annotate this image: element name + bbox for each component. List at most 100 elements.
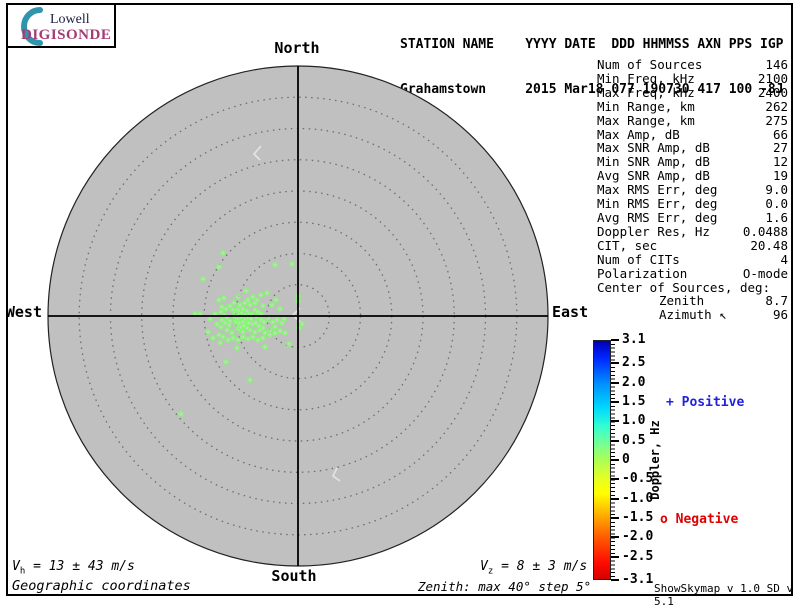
stat-row: Zenith8.7 [597, 294, 788, 308]
stat-label: Min Range, km [597, 100, 695, 114]
source-dot [231, 336, 235, 340]
stat-row: Min Range, km 262 [597, 100, 788, 114]
source-dot [261, 326, 265, 330]
colorbar-major-tick [611, 401, 619, 403]
stat-value: 2100 [758, 72, 788, 86]
stat-value: 19 [773, 169, 788, 183]
stat-value: 0.0488 [743, 225, 788, 239]
source-dot [220, 318, 224, 322]
source-dot [282, 317, 286, 321]
source-dot [244, 289, 248, 293]
horizontal-velocity-readout: Vh = 13 ± 43 m/s [12, 559, 135, 577]
source-dot [236, 338, 240, 342]
doppler-colorbar [593, 340, 611, 580]
source-dot [238, 303, 242, 307]
source-dot [256, 338, 260, 342]
source-dot [263, 331, 267, 335]
source-dot [179, 412, 183, 416]
source-dot [217, 333, 221, 337]
source-dot [251, 295, 255, 299]
source-dot [224, 360, 228, 364]
negative-doppler-legend: o Negative [660, 512, 738, 527]
source-dot [263, 345, 267, 349]
source-dot [232, 301, 236, 305]
source-dot [245, 326, 249, 330]
stat-row: Max Range, km275 [597, 114, 788, 128]
colorbar-major-tick [611, 556, 619, 558]
source-dot [225, 328, 229, 332]
stats-panel: Num of Sources146Min Freq, kHz2100Max Fr… [597, 58, 788, 322]
stat-row: Azimuth ↖96 [597, 308, 788, 322]
stat-label: Zenith [597, 294, 704, 308]
colorbar-major-tick [611, 478, 619, 480]
stat-label: Azimuth ↖ [597, 308, 727, 322]
colorbar-major-tick [611, 536, 619, 538]
stat-row: Max SNR Amp, dB27 [597, 141, 788, 155]
colorbar-tick-label: 3.1 [622, 333, 645, 347]
source-dot [268, 328, 272, 332]
source-dot [273, 263, 277, 267]
source-dot [262, 320, 266, 324]
source-dot [278, 329, 282, 333]
colorbar-major-tick [611, 440, 619, 442]
stat-label: Num of Sources [597, 58, 702, 72]
stat-row: Avg RMS Err, deg1.6 [597, 211, 788, 225]
colorbar-tick-label: -3.1 [622, 573, 653, 587]
stat-row: Max Amp, dB 66 [597, 128, 788, 142]
source-dot [236, 295, 240, 299]
stat-value: 4 [780, 253, 788, 267]
stat-row: Num of CITs4 [597, 253, 788, 267]
source-dot [290, 262, 294, 266]
source-dot [226, 338, 230, 342]
colorbar-tick-label: 2.0 [622, 376, 645, 390]
stat-value: 9.0 [765, 183, 788, 197]
stat-label: Center of Sources, deg: [597, 281, 770, 295]
source-dot [274, 298, 278, 302]
source-dot [241, 335, 245, 339]
stat-label: Max Amp, dB [597, 128, 680, 142]
stat-value: 0.0 [765, 197, 788, 211]
stat-row: Doppler Res, Hz0.0488 [597, 225, 788, 239]
colorbar-major-tick [611, 498, 619, 500]
coordinate-system-label: Geographic coordinates [12, 578, 191, 594]
stat-value: 1.6 [765, 211, 788, 225]
stat-row: Min Freq, kHz2100 [597, 72, 788, 86]
stat-label: Max RMS Err, deg [597, 183, 717, 197]
colorbar-major-tick [611, 362, 619, 364]
station-header-columns: STATION NAME YYYY DATE DDD HHMMSS AXN PP… [400, 37, 784, 52]
stat-label: CIT, sec [597, 239, 657, 253]
stat-row: Max Freq, kHz2400 [597, 86, 788, 100]
source-dot [215, 322, 219, 326]
stat-label: Polarization [597, 267, 687, 281]
source-dot [261, 336, 265, 340]
stat-row: Min RMS Err, deg0.0 [597, 197, 788, 211]
logo-digisonde-text: DIGISONDE [21, 27, 111, 44]
stat-label: Max SNR Amp, dB [597, 141, 710, 155]
source-dot [220, 305, 224, 309]
source-dot [268, 333, 272, 337]
colorbar-tick-label: 1.0 [622, 414, 645, 428]
stat-label: Avg SNR Amp, dB [597, 169, 710, 183]
source-dot [217, 265, 221, 269]
source-dot [265, 291, 269, 295]
vertical-velocity-readout: Vz = 8 ± 3 m/s [480, 559, 587, 577]
colorbar-tick-label: 1.5 [622, 395, 645, 409]
source-dot [248, 303, 252, 307]
source-dot [218, 341, 222, 345]
stat-value: 66 [773, 128, 788, 142]
source-dot [217, 298, 221, 302]
stat-value: 262 [765, 100, 788, 114]
source-dot [287, 342, 291, 346]
source-dot [201, 277, 205, 281]
source-dot [235, 346, 239, 350]
colorbar-tick-label: -2.5 [622, 550, 653, 564]
source-dot [241, 330, 245, 334]
west-label: West [0, 303, 42, 321]
zenith-range-label: Zenith: max 40° step 5° [418, 579, 591, 594]
colorbar-major-tick [611, 459, 619, 461]
software-version-label: ShowSkymap v 1.0 SD v 5.1 [654, 582, 800, 608]
source-dot [227, 323, 231, 327]
stat-label: Max Freq, kHz [597, 86, 695, 100]
stat-row: Max RMS Err, deg 9.0 [597, 183, 788, 197]
source-dot [259, 293, 263, 297]
